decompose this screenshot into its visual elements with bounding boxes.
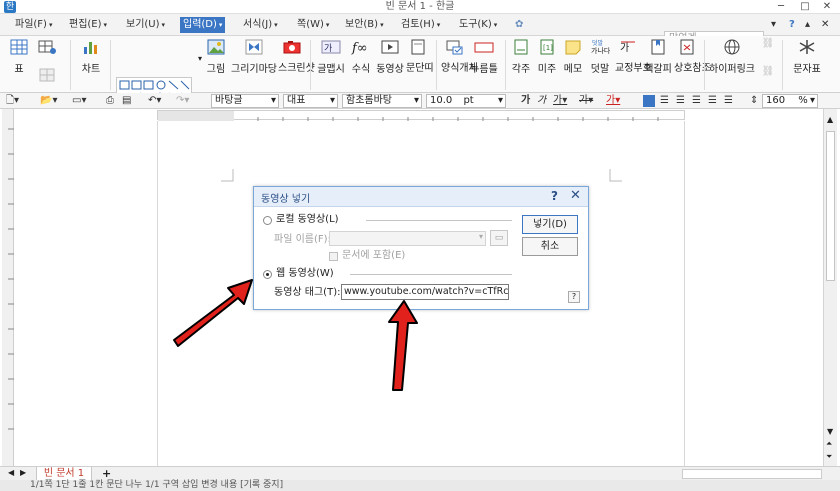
annotation-arrows: [173, 279, 418, 391]
red-arrow-up: [388, 300, 418, 391]
red-arrow-left: [173, 279, 253, 347]
